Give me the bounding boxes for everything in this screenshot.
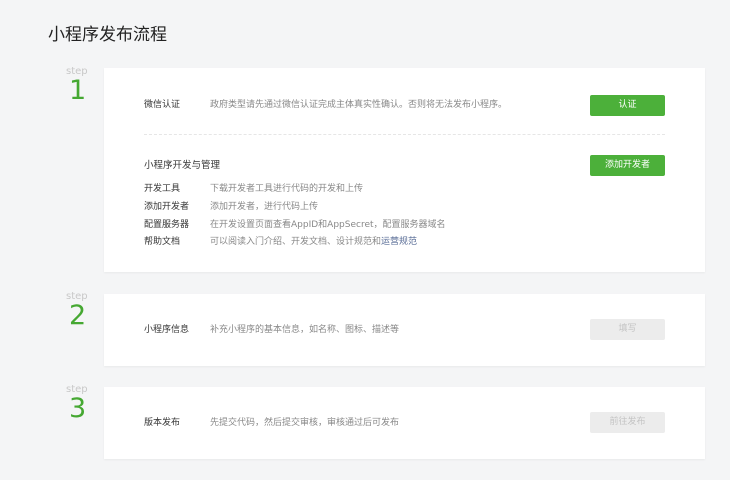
step-number: 3 — [69, 393, 87, 424]
row-key: 帮助文档 — [144, 237, 181, 247]
wechat-verify-row: 微信认证 政府类型请先通过微信认证完成主体真实性确认。否则将无法发布小程序。 — [144, 97, 507, 110]
verify-button[interactable]: 认证 — [590, 95, 665, 116]
row-desc: 补充小程序的基本信息，如名称、图标、描述等 — [210, 325, 400, 335]
list-item: 帮助文档 可以阅读入门介绍、开发文档、设计规范和运营规范 — [144, 234, 417, 247]
row-key: 开发工具 — [144, 184, 181, 194]
step-3-marker: step 3 — [66, 384, 96, 423]
list-item: 配置服务器 在开发设置页面查看AppID和AppSecret，配置服务器域名 — [144, 217, 446, 230]
add-developer-button[interactable]: 添加开发者 — [590, 155, 665, 176]
section-title: 小程序开发与管理 — [144, 160, 221, 171]
operation-rules-link[interactable]: 运营规范 — [381, 237, 417, 247]
row-desc: 添加开发者，进行代码上传 — [210, 202, 319, 212]
row-desc: 政府类型请先通过微信认证完成主体真实性确认。否则将无法发布小程序。 — [210, 100, 508, 110]
step-number: 1 — [69, 75, 87, 106]
step-1-card: 微信认证 政府类型请先通过微信认证完成主体真实性确认。否则将无法发布小程序。 认证… — [104, 68, 705, 272]
row-key: 微信认证 — [144, 100, 181, 110]
go-publish-button[interactable]: 前往发布 — [590, 412, 665, 433]
list-item: 添加开发者 添加开发者，进行代码上传 — [144, 199, 318, 212]
step-2-card: 小程序信息 补充小程序的基本信息，如名称、图标、描述等 填写 — [104, 294, 705, 366]
step-1-marker: step 1 — [66, 66, 96, 105]
divider — [144, 134, 665, 135]
step-3-card: 版本发布 先提交代码，然后提交审核，审核通过后可发布 前往发布 — [104, 387, 705, 459]
row-key: 添加开发者 — [144, 202, 190, 212]
row-key: 配置服务器 — [144, 220, 190, 230]
row-desc: 先提交代码，然后提交审核，审核通过后可发布 — [210, 418, 400, 428]
info-row: 小程序信息 补充小程序的基本信息，如名称、图标、描述等 — [144, 322, 399, 335]
row-desc: 可以阅读入门介绍、开发文档、设计规范和 — [210, 237, 382, 247]
row-desc: 下载开发者工具进行代码的开发和上传 — [210, 184, 364, 194]
release-row: 版本发布 先提交代码，然后提交审核，审核通过后可发布 — [144, 415, 399, 428]
row-key: 小程序信息 — [144, 325, 190, 335]
page-title: 小程序发布流程 — [48, 25, 167, 45]
step-2-marker: step 2 — [66, 291, 96, 330]
step-number: 2 — [69, 300, 87, 331]
row-desc: 在开发设置页面查看AppID和AppSecret，配置服务器域名 — [210, 220, 446, 230]
list-item: 开发工具 下载开发者工具进行代码的开发和上传 — [144, 181, 363, 194]
fill-in-button[interactable]: 填写 — [590, 319, 665, 340]
row-key: 版本发布 — [144, 418, 181, 428]
